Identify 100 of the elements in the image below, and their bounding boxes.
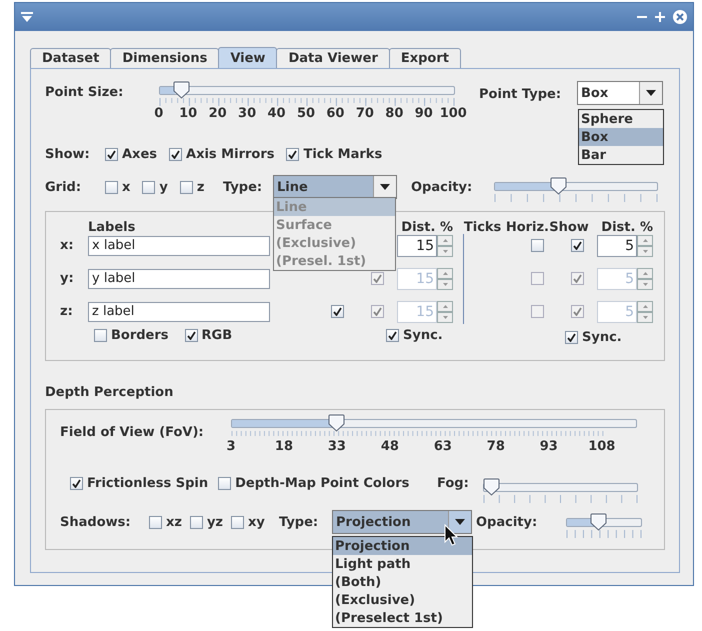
dropdown[interactable]: Line [273,175,397,199]
slider-thumb[interactable] [172,81,190,99]
slider-thumb[interactable] [590,512,607,530]
down-arrow-icon [442,316,448,318]
checkbox[interactable] [105,148,118,160]
axis-label: z: [60,304,74,319]
tab[interactable]: Dataset [30,48,112,68]
input-field[interactable]: z label [88,302,270,322]
checkbox[interactable] [286,148,300,160]
dropdown-option[interactable]: (Preselect 1st) [333,609,472,627]
section-title: Depth Perception [45,385,174,400]
tick-label: 3 [225,439,237,454]
spin-up-button[interactable] [637,300,653,312]
field-label: Field of View (FoV): [60,425,205,440]
spinner-field[interactable]: 5 [597,234,637,256]
checkbox[interactable] [149,516,162,528]
checkbox-label: Sync. [582,330,622,345]
window-menu-icon[interactable] [21,12,33,22]
spin-down-button[interactable] [437,312,453,322]
maximize-icon[interactable] [655,12,665,22]
tick-label: 63 [432,439,453,454]
column-header: Show [549,220,589,235]
slider-thumb[interactable] [550,176,567,194]
spin-up-button[interactable] [437,234,453,246]
column-header: Ticks Horiz. [464,220,549,235]
tick-label: 18 [274,439,294,454]
dropdown-option[interactable]: Light path [333,555,472,573]
tick-label: 20 [208,106,228,121]
dropdown[interactable]: Projection [332,510,472,534]
tick-label: 70 [354,106,375,121]
checkbox[interactable] [231,516,244,528]
field-label: Point Type: [479,87,562,102]
field-label: Point Size: [45,85,124,100]
dropdown-arrow-icon [380,184,390,190]
checkbox[interactable] [70,476,83,490]
up-arrow-icon [642,238,648,242]
checkbox[interactable] [565,331,578,344]
spin-down-button[interactable] [637,278,653,290]
checkbox[interactable] [142,180,156,194]
spin-up-button[interactable] [637,234,653,246]
dropdown-option[interactable]: Sphere [579,110,663,128]
checkbox[interactable] [180,180,193,194]
checkbox[interactable] [530,239,544,252]
spin-up-button[interactable] [437,268,453,278]
tick-label: 60 [325,106,346,121]
up-arrow-icon [642,272,648,274]
column-header: Dist. % [601,220,653,235]
field-label: Opacity: [476,514,538,530]
checkbox-label: x [122,180,130,194]
spin-down-button[interactable] [437,278,453,290]
slider-thumb[interactable] [483,478,500,496]
checkbox[interactable] [105,180,118,194]
checkbox[interactable] [218,476,232,490]
field-label: Type: [279,514,320,530]
dropdown-option[interactable]: (Both) [333,573,472,591]
dropdown-option[interactable]: Bar [579,146,663,164]
checkbox[interactable] [386,329,399,342]
tick-label: 80 [384,106,404,121]
axis-label: x: [60,238,75,253]
checkbox-label: Sync. [403,328,443,343]
tick-label: 50 [296,106,316,121]
checkbox[interactable] [169,148,182,160]
dropdown[interactable]: Box [577,81,663,105]
dropdown-option[interactable]: (Exclusive) [333,591,472,609]
field-label: Opacity: [411,180,474,194]
slider-thumb[interactable] [328,414,346,432]
spin-down-button[interactable] [637,246,653,256]
spin-up-button[interactable] [437,300,453,312]
tick-label: 0 [153,106,164,121]
close-icon[interactable] [673,10,687,24]
tick-label: 108 [587,439,616,454]
dropdown-arrow-icon [455,519,465,525]
checkbox[interactable] [184,329,198,342]
tab[interactable]: View [218,47,278,68]
checkbox-label: yz [206,514,223,530]
checkbox-label: Frictionless Spin [87,476,208,490]
dropdown-option[interactable]: Projection [333,537,472,555]
checkbox[interactable] [570,239,584,252]
up-arrow-icon [442,238,448,242]
checkbox-label: Axis Mirrors [186,146,274,162]
spin-down-button[interactable] [637,312,653,322]
tab[interactable]: Export [388,48,461,68]
up-arrow-icon [442,272,448,274]
column-header: Dist. % [401,220,453,235]
input-field[interactable]: x label [88,236,270,256]
checkbox-label: xy [248,514,265,530]
spin-down-button[interactable] [437,246,453,256]
checkbox[interactable] [94,329,107,342]
spin-up-button[interactable] [637,268,653,278]
mouse-pointer-icon [444,524,460,548]
dropdown-arrow-icon [646,90,656,96]
input-field[interactable]: y label [88,268,270,288]
dropdown-option[interactable]: Box [579,128,663,146]
spinner-field[interactable]: 15 [397,234,437,256]
down-arrow-icon [442,282,448,286]
tick-label: 33 [326,439,347,454]
tick-label: 78 [486,439,506,454]
checkbox-label: y [159,180,168,194]
checkbox[interactable] [190,516,203,528]
tick-label: 93 [538,439,559,454]
